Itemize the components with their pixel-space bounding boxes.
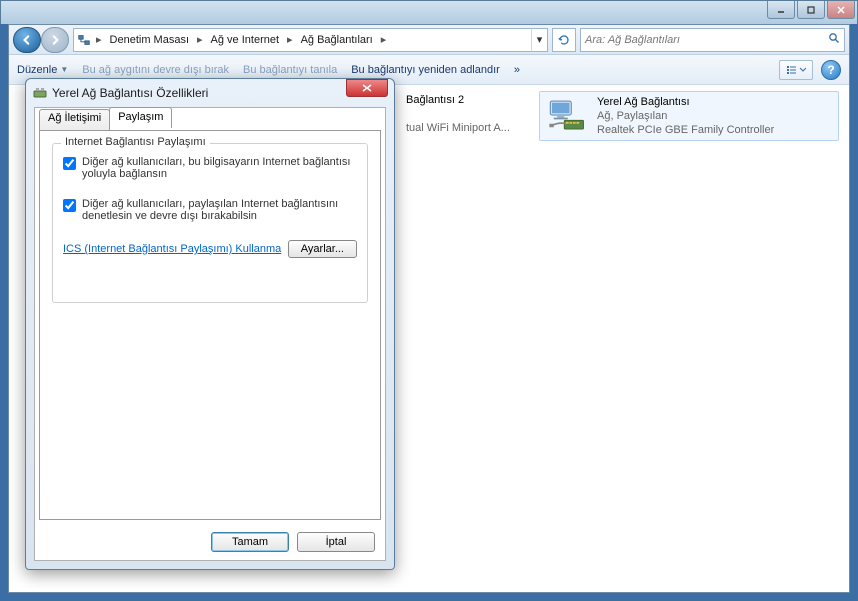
tab-sharing[interactable]: Paylaşım — [109, 107, 172, 128]
tab-networking[interactable]: Ağ İletişimi — [39, 109, 110, 130]
refresh-button[interactable] — [552, 28, 576, 52]
help-button[interactable]: ? — [821, 60, 841, 80]
properties-dialog: Yerel Ağ Bağlantısı Özellikleri Ağ İleti… — [25, 78, 395, 570]
breadcrumb-seg-connections[interactable]: Ağ Bağlantıları — [295, 29, 379, 51]
maximize-button[interactable] — [797, 1, 825, 19]
dialog-title: Yerel Ağ Bağlantısı Özellikleri — [52, 86, 208, 100]
cancel-button[interactable]: İptal — [297, 532, 375, 552]
checkbox-label: Diğer ağ kullanıcıları, paylaşılan Inter… — [82, 198, 357, 222]
breadcrumb-seg-network-internet[interactable]: Ağ ve Internet — [205, 29, 286, 51]
organize-menu[interactable]: Düzenle▼ — [17, 64, 68, 76]
ok-button[interactable]: Tamam — [211, 532, 289, 552]
search-input[interactable]: Ara: Ağ Bağlantıları — [580, 28, 845, 52]
connection-adapter: tual WiFi Miniport A... — [406, 121, 510, 135]
checkbox-label: Diğer ağ kullanıcıları, bu bilgisayarın … — [82, 156, 357, 180]
connection-status: Ağ, Paylaşılan — [597, 109, 774, 123]
connection-item-wifi[interactable]: Bağlantısı 2 tual WiFi Miniport A... — [404, 91, 534, 137]
tab-panel-sharing: Internet Bağlantısı Paylaşımı Diğer ağ k… — [39, 130, 381, 520]
network-adapter-icon — [543, 95, 589, 135]
close-button[interactable] — [827, 1, 855, 19]
back-button[interactable] — [13, 27, 41, 53]
dialog-close-button[interactable] — [346, 79, 388, 97]
breadcrumb-dropdown[interactable]: ▾ — [531, 29, 547, 51]
more-commands[interactable]: » — [514, 64, 520, 76]
search-icon[interactable] — [828, 32, 840, 47]
forward-button[interactable] — [41, 27, 69, 53]
dialog-titlebar[interactable]: Yerel Ağ Bağlantısı Özellikleri — [26, 79, 394, 107]
ics-help-link[interactable]: ICS (Internet Bağlantısı Paylaşımı) Kull… — [63, 243, 281, 255]
connection-title: Yerel Ağ Bağlantısı — [597, 95, 774, 109]
checkbox-input[interactable] — [63, 199, 76, 212]
allow-others-control-checkbox[interactable]: Diğer ağ kullanıcıları, paylaşılan Inter… — [63, 198, 357, 222]
ics-groupbox: Internet Bağlantısı Paylaşımı Diğer ağ k… — [52, 143, 368, 303]
disable-device-button[interactable]: Bu ağ aygıtını devre dışı bırak — [82, 64, 229, 76]
outer-window-titlebar — [0, 0, 858, 24]
allow-others-connect-checkbox[interactable]: Diğer ağ kullanıcıları, bu bilgisayarın … — [63, 156, 357, 180]
rename-connection-button[interactable]: Bu bağlantıyı yeniden adlandır — [351, 64, 500, 76]
breadcrumb[interactable]: ▸ Denetim Masası ▸ Ağ ve Internet ▸ Ağ B… — [73, 28, 548, 52]
breadcrumb-seg-control-panel[interactable]: Denetim Masası — [104, 29, 195, 51]
dialog-body: Ağ İletişimi Paylaşım Internet Bağlantıs… — [34, 107, 386, 561]
diagnose-button[interactable]: Bu bağlantıyı tanıla — [243, 64, 337, 76]
checkbox-input[interactable] — [63, 157, 76, 170]
connection-item-lan[interactable]: Yerel Ağ Bağlantısı Ağ, Paylaşılan Realt… — [539, 91, 839, 141]
search-placeholder: Ara: Ağ Bağlantıları — [585, 34, 680, 46]
adapter-icon — [32, 85, 48, 101]
groupbox-title: Internet Bağlantısı Paylaşımı — [61, 136, 210, 148]
network-icon — [74, 33, 94, 47]
minimize-button[interactable] — [767, 1, 795, 19]
connection-subtitle — [406, 107, 510, 121]
connection-title: Bağlantısı 2 — [406, 93, 510, 107]
navigation-bar: ▸ Denetim Masası ▸ Ağ ve Internet ▸ Ağ B… — [9, 25, 849, 55]
chevron-down-icon: ▼ — [60, 65, 68, 74]
chevron-right-icon[interactable]: ▸ — [195, 33, 205, 46]
settings-button[interactable]: Ayarlar... — [288, 240, 357, 258]
connection-adapter: Realtek PCIe GBE Family Controller — [597, 123, 774, 137]
chevron-right-icon[interactable]: ▸ — [379, 33, 389, 46]
chevron-right-icon[interactable]: ▸ — [285, 33, 295, 46]
chevron-right-icon[interactable]: ▸ — [94, 33, 104, 46]
view-options-button[interactable] — [779, 60, 813, 80]
